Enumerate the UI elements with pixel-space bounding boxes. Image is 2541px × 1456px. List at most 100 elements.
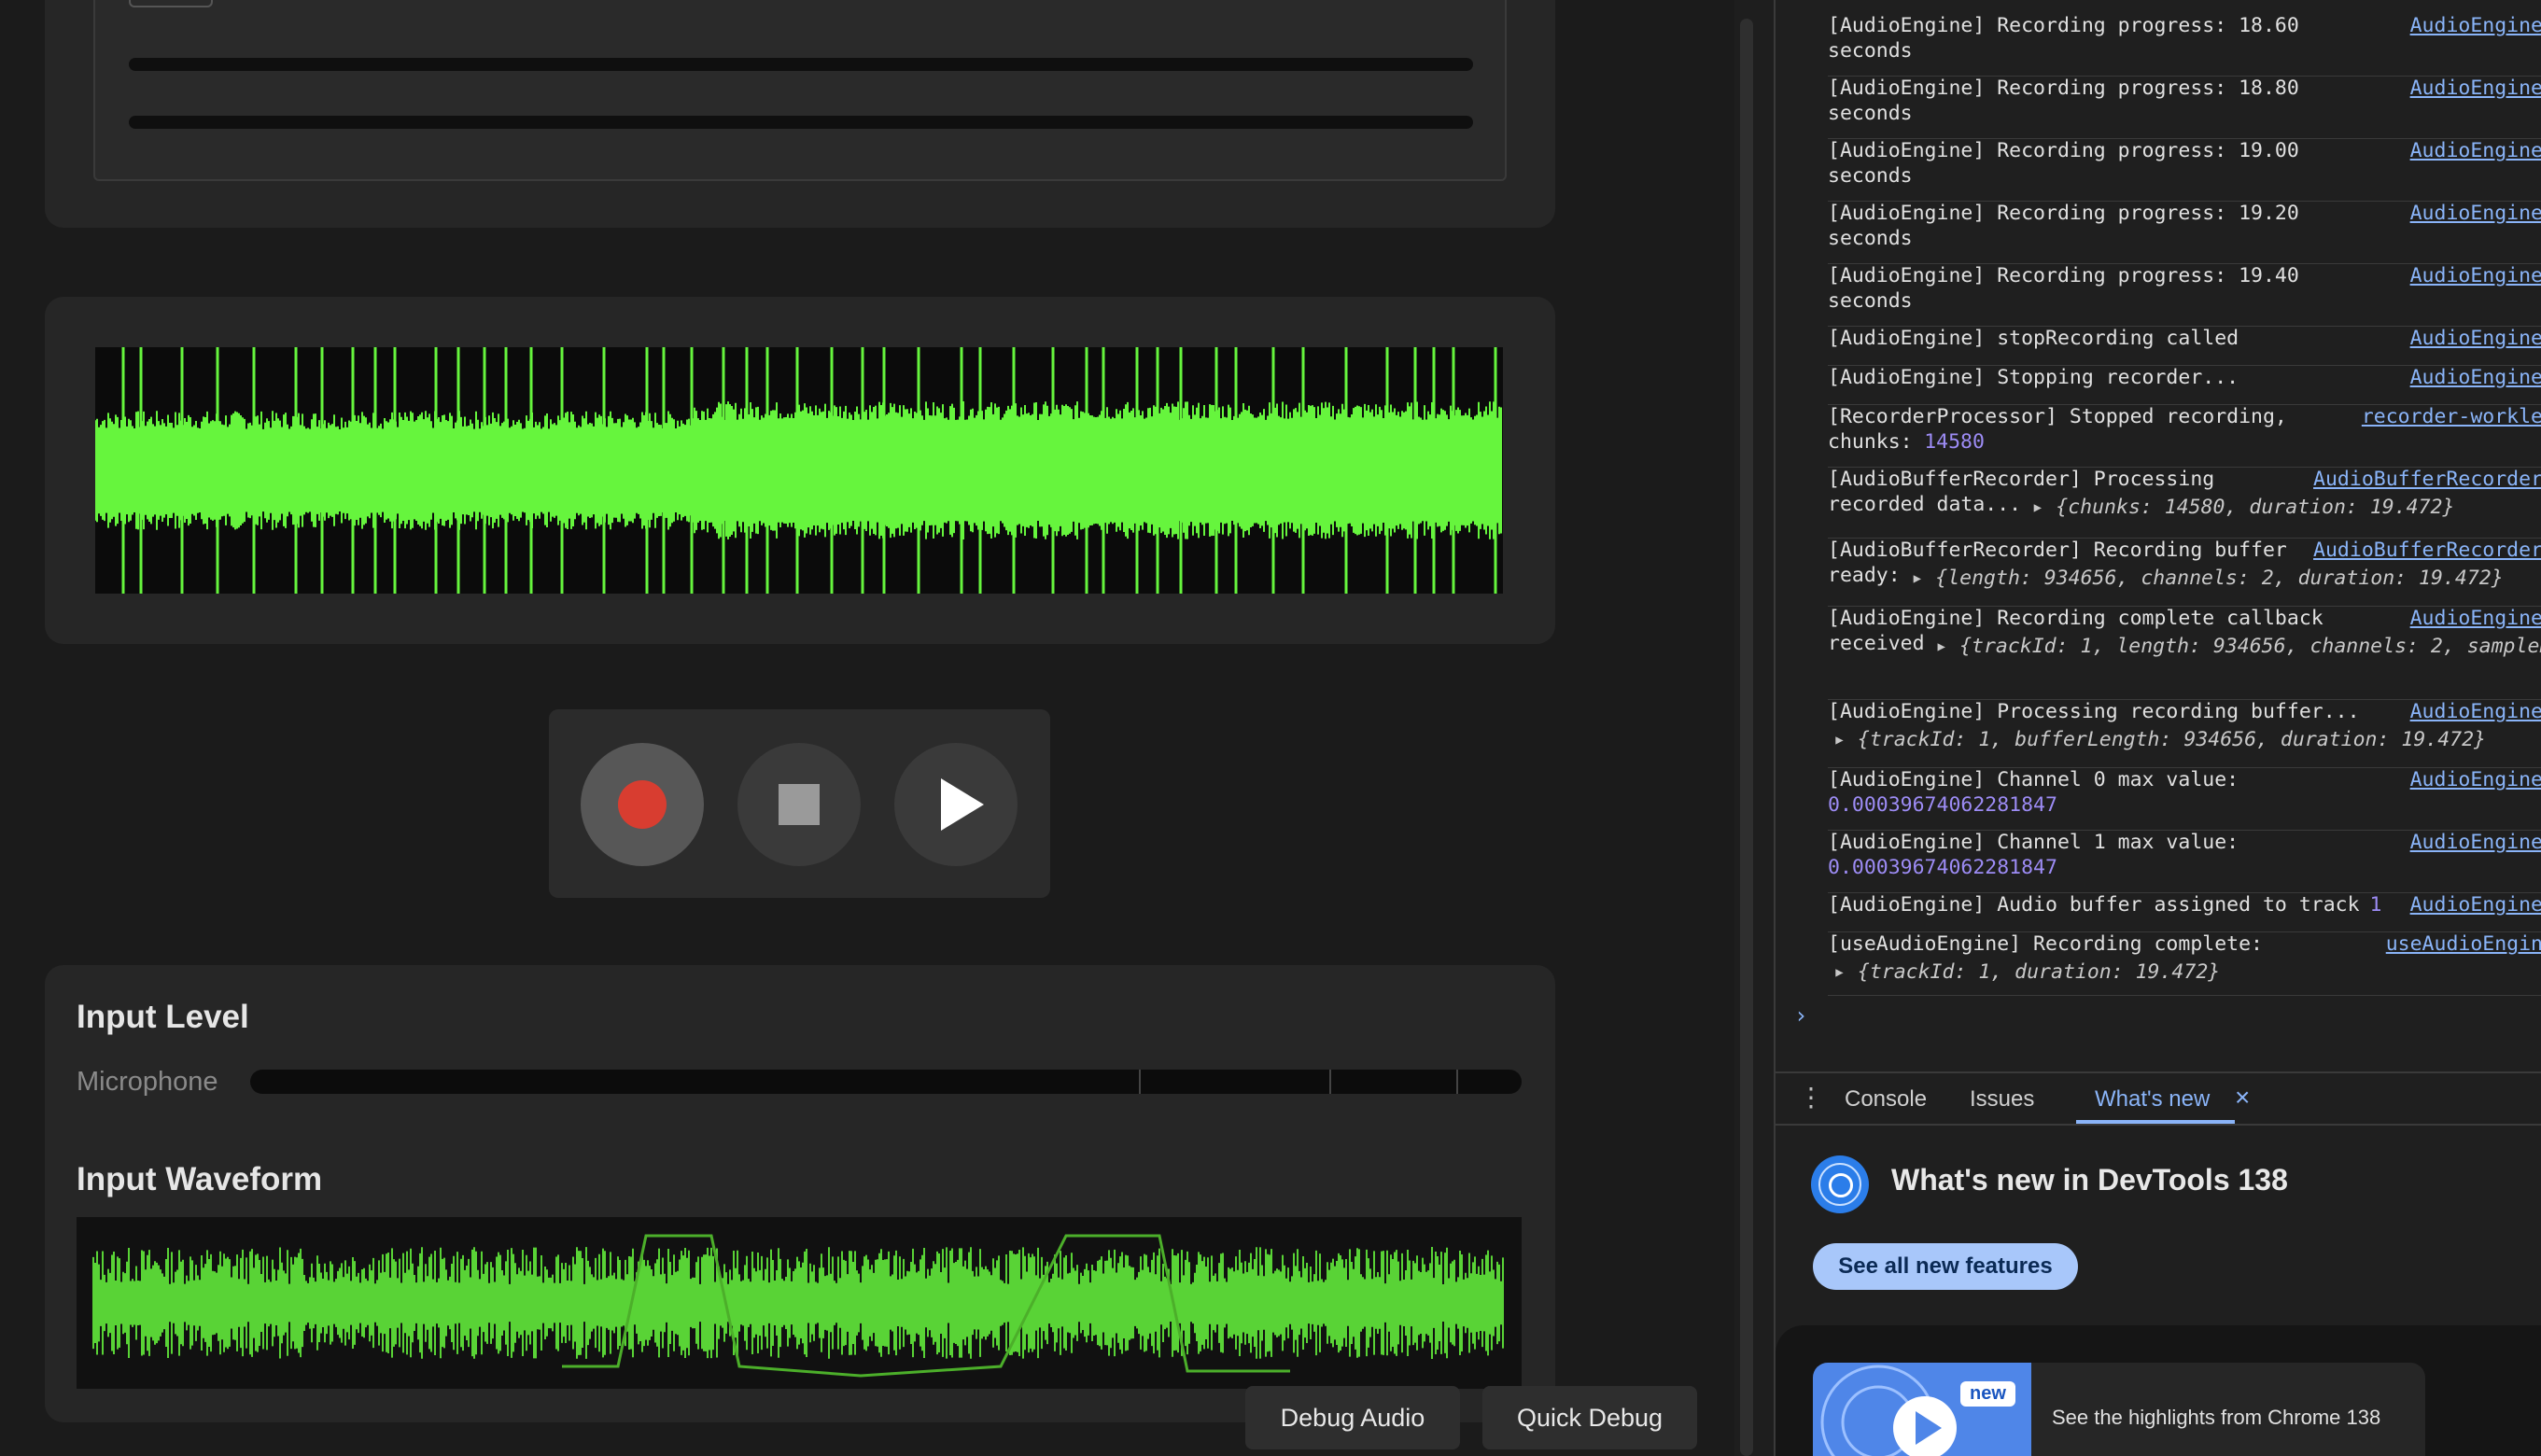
stop-icon xyxy=(779,784,820,825)
drawer-tabbar: ⋮ Console Issues What's new × xyxy=(1776,1071,2541,1126)
log-message: [AudioEngine] stopRecording called xyxy=(1828,327,2239,350)
log-value: 1 xyxy=(2369,893,2382,917)
console-log-row: [AudioEngine] Recording progress: 18.80 … xyxy=(1828,76,2541,139)
play-icon xyxy=(941,778,984,831)
console-log-row: [AudioEngine] Processing recording buffe… xyxy=(1828,699,2541,768)
tab-issues[interactable]: Issues xyxy=(1970,1086,2034,1113)
see-all-features-button[interactable]: See all new features xyxy=(1813,1243,2078,1290)
log-source-link[interactable]: AudioEngine xyxy=(2410,699,2541,724)
new-badge: new xyxy=(1960,1381,2015,1407)
microphone-label: Microphone xyxy=(77,1067,218,1097)
progress-bar-1 xyxy=(129,58,1473,71)
page-scrollbar-thumb[interactable] xyxy=(1740,19,1753,1456)
log-message: [AudioEngine] Recording progress: 18.80 … xyxy=(1828,77,2299,125)
quick-debug-button[interactable]: Quick Debug xyxy=(1482,1386,1697,1449)
console-log-row: [AudioEngine] Stopping recorder... AudioE… xyxy=(1828,365,2541,405)
highlight-thumbnail: new xyxy=(1813,1363,2031,1456)
tab-whats-new[interactable]: What's new xyxy=(2095,1086,2210,1113)
log-source-link[interactable]: AudioEngine xyxy=(2410,76,2541,101)
log-message: [AudioEngine] Channel 1 max value: xyxy=(1828,831,2239,854)
whats-new-title: What's new in DevTools 138 xyxy=(1891,1163,2288,1197)
log-source-link[interactable]: AudioEngine xyxy=(2410,892,2541,917)
log-source-link[interactable]: AudioEngine xyxy=(2410,201,2541,226)
top-panel xyxy=(45,0,1555,228)
kebab-icon[interactable]: ⋮ xyxy=(1798,1085,1824,1111)
log-source-link[interactable]: useAudioEngin xyxy=(2386,931,2541,957)
level-tick xyxy=(1329,1070,1331,1094)
console-log-row: [AudioBufferRecorder] Recording buffer r… xyxy=(1828,538,2541,607)
input-waveform-graphic xyxy=(92,1234,1504,1378)
transport-controls xyxy=(549,709,1050,898)
console-log: [AudioEngine] Recording progress: 18.60 … xyxy=(1776,0,2541,1071)
log-message: [RecorderProcessor] Stopped recording, c… xyxy=(1828,405,2287,454)
log-source-link[interactable]: AudioEngine xyxy=(2410,365,2541,390)
progress-bar-2 xyxy=(129,116,1473,129)
tab-console[interactable]: Console xyxy=(1845,1086,1927,1113)
top-handle[interactable] xyxy=(129,0,213,7)
log-value: 14580 xyxy=(1924,430,1985,454)
highlight-text: See the highlights from Chrome 138 xyxy=(2052,1406,2381,1429)
console-log-row: [AudioEngine] Channel 1 max value: 0.0003… xyxy=(1828,830,2541,893)
log-message: [AudioEngine] Recording progress: 19.20 … xyxy=(1828,202,2299,250)
console-log-row: [AudioEngine] Recording progress: 19.00 … xyxy=(1828,138,2541,202)
log-source-link[interactable]: AudioBufferRecorder xyxy=(2313,538,2541,563)
log-object[interactable]: ▸ {chunks: 14580, duration: 19.472} xyxy=(2031,495,2454,520)
stop-button[interactable] xyxy=(737,743,861,866)
log-source-link[interactable]: AudioEngine xyxy=(2410,767,2541,792)
log-object[interactable]: ▸ {trackId: 1, length: 934656, channels:… xyxy=(1935,634,2541,659)
log-source-link[interactable]: AudioBufferRecorder xyxy=(2313,467,2541,492)
log-value: 0.00039674062281847 xyxy=(1828,856,2057,879)
log-message: [AudioEngine] Stopping recorder... xyxy=(1828,366,2239,389)
console-log-row: [AudioEngine] stopRecording called AudioE… xyxy=(1828,326,2541,366)
highlight-section: new See the highlights from Chrome 138 xyxy=(1776,1325,2541,1456)
top-inner-box xyxy=(93,0,1507,181)
devtools-logo-icon xyxy=(1811,1155,1869,1213)
input-waveform-title: Input Waveform xyxy=(77,1161,323,1197)
log-object[interactable]: ▸ {trackId: 1, bufferLength: 934656, dur… xyxy=(1833,727,2486,752)
log-message: [AudioEngine] Audio buffer assigned to t… xyxy=(1828,893,2372,917)
input-waveform xyxy=(77,1217,1522,1389)
log-source-link[interactable]: AudioEngine xyxy=(2410,138,2541,163)
level-tick xyxy=(1139,1070,1141,1094)
highlight-card[interactable]: new See the highlights from Chrome 138 xyxy=(1813,1363,2425,1456)
console-log-row: [AudioEngine] Audio buffer assigned to t… xyxy=(1828,892,2541,932)
log-message: [AudioEngine] Recording progress: 19.00 … xyxy=(1828,139,2299,188)
console-log-row: [AudioEngine] Recording progress: 18.60 … xyxy=(1828,13,2541,77)
log-source-link[interactable]: AudioEngine xyxy=(2410,13,2541,38)
console-log-row: [AudioBufferRecorder] Processing recorde… xyxy=(1828,467,2541,539)
record-icon xyxy=(618,780,667,829)
play-button[interactable] xyxy=(894,743,1018,866)
active-tab-indicator xyxy=(2076,1120,2235,1124)
log-source-link[interactable]: AudioEngine xyxy=(2410,606,2541,631)
record-button[interactable] xyxy=(581,743,704,866)
log-source-link[interactable]: recorder-workle xyxy=(2362,404,2541,429)
level-tick xyxy=(1456,1070,1458,1094)
console-log-row: [AudioEngine] Recording complete callbac… xyxy=(1828,606,2541,700)
input-level-title: Input Level xyxy=(77,999,249,1035)
log-source-link[interactable]: AudioEngine xyxy=(2410,830,2541,855)
recorded-waveform-panel xyxy=(45,297,1555,644)
log-object[interactable]: ▸ {trackId: 1, duration: 19.472} xyxy=(1833,959,2220,985)
recorded-waveform-graphic xyxy=(95,347,1502,594)
close-icon[interactable]: × xyxy=(2235,1083,2250,1113)
log-object[interactable]: ▸ {length: 934656, channels: 2, duration… xyxy=(1911,566,2503,591)
log-message: [AudioEngine] Processing recording buffe… xyxy=(1828,700,2360,723)
log-source-link[interactable]: AudioEngine xyxy=(2410,326,2541,351)
console-log-row: [RecorderProcessor] Stopped recording, c… xyxy=(1828,404,2541,468)
play-icon xyxy=(1820,1365,1957,1456)
log-source-link[interactable]: AudioEngine xyxy=(2410,263,2541,288)
console-log-row: [useAudioEngine] Recording complete: ▸ {t… xyxy=(1828,931,2541,996)
log-value: 0.00039674062281847 xyxy=(1828,793,2057,817)
console-log-row: [AudioEngine] Recording progress: 19.40 … xyxy=(1828,263,2541,327)
console-log-row: [AudioEngine] Recording progress: 19.20 … xyxy=(1828,201,2541,264)
debug-audio-button[interactable]: Debug Audio xyxy=(1245,1386,1460,1449)
console-prompt[interactable]: › xyxy=(1794,1002,1807,1029)
audio-app: Input Level Microphone Input Waveform De… xyxy=(0,0,1734,1456)
devtools-panel: [AudioEngine] Recording progress: 18.60 … xyxy=(1774,0,2541,1456)
log-message: [useAudioEngine] Recording complete: xyxy=(1828,932,2263,956)
input-level-meter xyxy=(250,1070,1522,1094)
recorded-waveform[interactable] xyxy=(95,347,1503,594)
log-message: [AudioEngine] Recording progress: 19.40 … xyxy=(1828,264,2299,313)
console-log-row: [AudioEngine] Channel 0 max value: 0.0003… xyxy=(1828,767,2541,831)
log-message: [AudioEngine] Recording progress: 18.60 … xyxy=(1828,14,2299,63)
